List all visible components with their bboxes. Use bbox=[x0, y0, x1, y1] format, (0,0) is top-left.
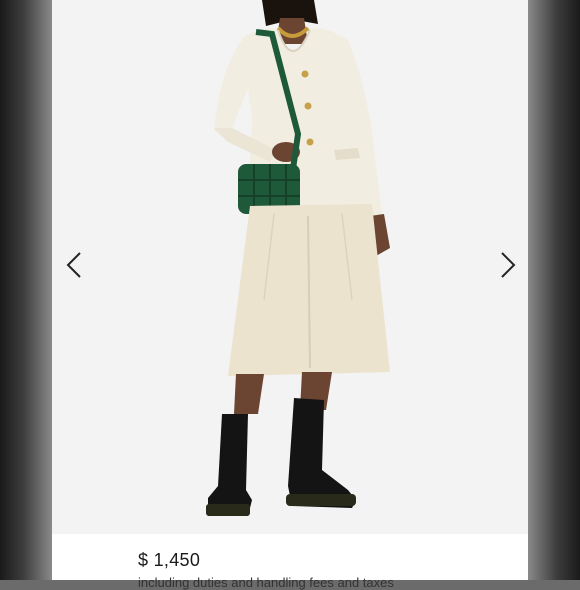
chevron-left-icon bbox=[66, 252, 81, 278]
chevron-right-icon bbox=[501, 252, 516, 278]
left-blur-edge bbox=[0, 0, 52, 580]
carousel-prev-button[interactable] bbox=[60, 251, 88, 279]
product-photo bbox=[206, 0, 390, 516]
product-image-carousel[interactable] bbox=[52, 0, 528, 534]
price-label: $ 1,450 bbox=[138, 550, 201, 570]
right-blur-edge bbox=[528, 0, 580, 580]
price-subtitle: including duties and handling fees and t… bbox=[138, 575, 394, 590]
carousel-next-button[interactable] bbox=[494, 251, 522, 279]
price-section: $ 1,450 including duties and handling fe… bbox=[52, 534, 528, 590]
